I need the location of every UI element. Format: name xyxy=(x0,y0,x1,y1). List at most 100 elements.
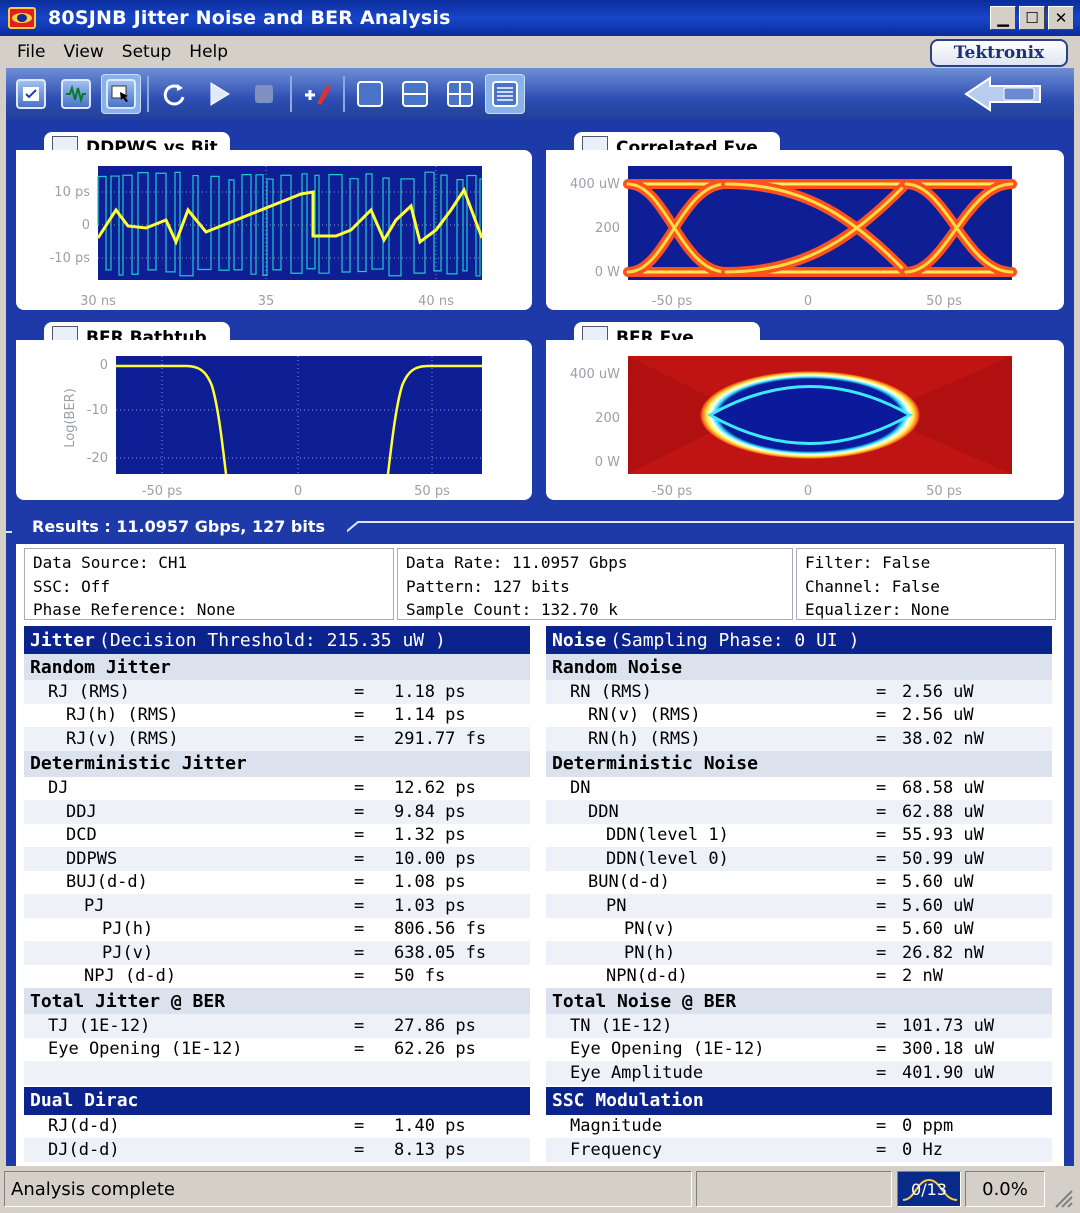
run-button[interactable] xyxy=(199,74,239,114)
y-tick: -10 xyxy=(87,403,108,418)
setup-checklist-button[interactable] xyxy=(11,74,51,114)
result-row: Eye Opening (1E-12) = 62.26 ps xyxy=(48,1039,476,1060)
y-tick: 10 ps xyxy=(54,185,90,200)
menu-view[interactable]: View xyxy=(54,42,112,62)
group-header: Deterministic Noise xyxy=(546,750,1052,777)
stop-icon xyxy=(255,85,273,103)
result-row: BUN(d-d) = 5.60 uW xyxy=(588,872,974,893)
ber-eye-plot-area: 400 uW 200 0 W -50 ps 0 50 ps xyxy=(570,356,1012,499)
results-header: Results : 11.0957 Gbps, 127 bits xyxy=(6,512,1074,540)
refresh-icon xyxy=(163,84,185,106)
result-row: PJ(h) = 806.56 fs xyxy=(102,919,487,940)
result-row: Eye Opening (1E-12) = 300.18 uW xyxy=(570,1039,995,1060)
x-tick: 30 ns xyxy=(80,294,116,309)
result-row: RJ(d-d) = 1.40 ps xyxy=(48,1116,466,1137)
result-row: Magnitude = 0 ppm xyxy=(570,1116,954,1137)
y-tick: 400 uW xyxy=(570,367,620,382)
layout-table-icon xyxy=(492,81,518,107)
result-row: PJ(v) = 638.05 fs xyxy=(24,941,530,965)
y-tick: 200 xyxy=(595,221,620,236)
result-row: TN (1E-12) = 101.73 uW xyxy=(546,1014,1052,1038)
group-header: Total Noise @ BER xyxy=(546,988,1052,1014)
group-header: Deterministic Jitter xyxy=(24,750,530,777)
plot-ber-bathtub: 0 -10 -20 Log(BER) -50 ps 0 50 ps xyxy=(16,340,532,500)
waveform-button[interactable] xyxy=(56,74,96,114)
x-tick: 50 ps xyxy=(414,484,450,499)
x-tick: -50 ps xyxy=(652,484,693,499)
waveform-icon xyxy=(61,79,91,109)
group-header: Random Noise xyxy=(546,654,1052,680)
result-row: RN(v) (RMS) = 2.56 uW xyxy=(588,705,974,726)
result-row: RJ(h) (RMS) = 1.14 ps xyxy=(66,705,466,726)
result-row: DJ(d-d) = 8.13 ps xyxy=(24,1138,530,1162)
x-tick: 0 xyxy=(804,484,812,499)
section-header: Noise (Sampling Phase: 0 UI ) xyxy=(546,626,1052,654)
resize-grip-icon[interactable] xyxy=(1050,1185,1074,1209)
title-bar: 80SJNB Jitter Noise and BER Analysis ▁ ☐… xyxy=(0,0,1080,36)
x-tick: -50 ps xyxy=(652,294,693,309)
result-row: PJ = 1.03 ps xyxy=(24,894,530,918)
clear-button[interactable] xyxy=(297,74,337,114)
menu-help[interactable]: Help xyxy=(180,42,237,62)
y-tick: 200 xyxy=(595,411,620,426)
result-row: TJ (1E-12) = 27.86 ps xyxy=(24,1014,530,1038)
result-row: RN(h) (RMS) = 38.02 nW xyxy=(546,727,1052,751)
back-arrow-icon[interactable] xyxy=(964,76,1044,112)
layout-two-button[interactable] xyxy=(395,74,435,114)
window-title: 80SJNB Jitter Noise and BER Analysis xyxy=(48,7,451,29)
y-tick: -10 ps xyxy=(50,251,91,266)
app-icon[interactable] xyxy=(8,7,36,29)
checklist-icon xyxy=(16,79,46,109)
menu-file[interactable]: File xyxy=(8,42,54,62)
minimize-button[interactable]: ▁ xyxy=(990,6,1016,30)
x-tick: 0 xyxy=(804,294,812,309)
refresh-button[interactable] xyxy=(154,74,194,114)
results-tab[interactable]: Results : 11.0957 Gbps, 127 bits xyxy=(12,512,348,540)
x-tick: 0 xyxy=(294,484,302,499)
x-tick: 40 ns xyxy=(418,294,454,309)
result-row: DDJ = 9.84 ps xyxy=(24,800,530,824)
plots-button[interactable] xyxy=(101,74,141,114)
noise-table: Noise (Sampling Phase: 0 UI ) Random Noise… xyxy=(546,626,1052,1162)
x-tick: 50 ps xyxy=(926,484,962,499)
y-tick: 0 xyxy=(82,218,90,233)
toolbar xyxy=(6,68,1074,120)
result-row: RN (RMS) = 2.56 uW xyxy=(546,680,1052,704)
section-header: SSC Modulation xyxy=(546,1086,1052,1115)
main-area: DDPWS vs Bit 10 ps 0 -10 ps 30 ns 35 40 … xyxy=(6,120,1074,1166)
plot-correlated-eye: 400 uW 200 0 W -50 ps 0 50 ps xyxy=(546,150,1064,310)
layout-single-button[interactable] xyxy=(350,74,390,114)
result-row: DDN(level 0) = 50.99 uW xyxy=(546,847,1052,871)
stop-button[interactable] xyxy=(244,74,284,114)
result-row: DDPWS = 10.00 ps xyxy=(24,847,530,871)
result-row: DN = 68.58 uW xyxy=(570,778,984,799)
layout-table-button[interactable] xyxy=(485,74,525,114)
status-percent: 0.0% xyxy=(965,1171,1045,1207)
y-tick: 400 uW xyxy=(570,177,620,192)
layout-two-icon xyxy=(402,81,428,107)
menu-setup[interactable]: Setup xyxy=(113,42,180,62)
result-row: BUJ(d-d) = 1.08 ps xyxy=(66,872,466,893)
y-tick: 0 W xyxy=(595,265,620,280)
info-source: Data Source: CH1 SSC: Off Phase Referenc… xyxy=(24,548,394,620)
layout-four-button[interactable] xyxy=(440,74,480,114)
layout-four-icon xyxy=(447,81,473,107)
x-tick: 50 ps xyxy=(926,294,962,309)
group-header: Total Jitter @ BER xyxy=(24,988,530,1014)
result-row: DDN = 62.88 uW xyxy=(546,800,1052,824)
result-row: RJ (RMS) = 1.18 ps xyxy=(24,680,530,704)
correlated-eye-plot-area: 400 uW 200 0 W -50 ps 0 50 ps xyxy=(570,166,1017,309)
y-axis-label: Log(BER) xyxy=(63,388,78,448)
result-row: NPN(d-d) = 2 nW xyxy=(606,966,943,987)
plot-ddpws: 10 ps 0 -10 ps 30 ns 35 40 ns xyxy=(16,150,532,310)
result-row: DCD = 1.32 ps xyxy=(66,825,466,846)
result-row: Frequency = 0 Hz xyxy=(546,1138,1052,1162)
close-button[interactable]: ✕ xyxy=(1048,6,1074,30)
info-rate: Data Rate: 11.0957 Gbps Pattern: 127 bit… xyxy=(397,548,793,620)
maximize-button[interactable]: ☐ xyxy=(1019,6,1045,30)
group-header: Random Jitter xyxy=(24,654,530,680)
status-bar: Analysis complete 0/13 0.0% xyxy=(0,1166,1080,1213)
bathtub-plot-area: 0 -10 -20 Log(BER) -50 ps 0 50 ps xyxy=(63,356,482,499)
section-header: Jitter (Decision Threshold: 215.35 uW ) xyxy=(24,626,530,654)
results-panel: Data Source: CH1 SSC: Off Phase Referenc… xyxy=(16,544,1064,1166)
